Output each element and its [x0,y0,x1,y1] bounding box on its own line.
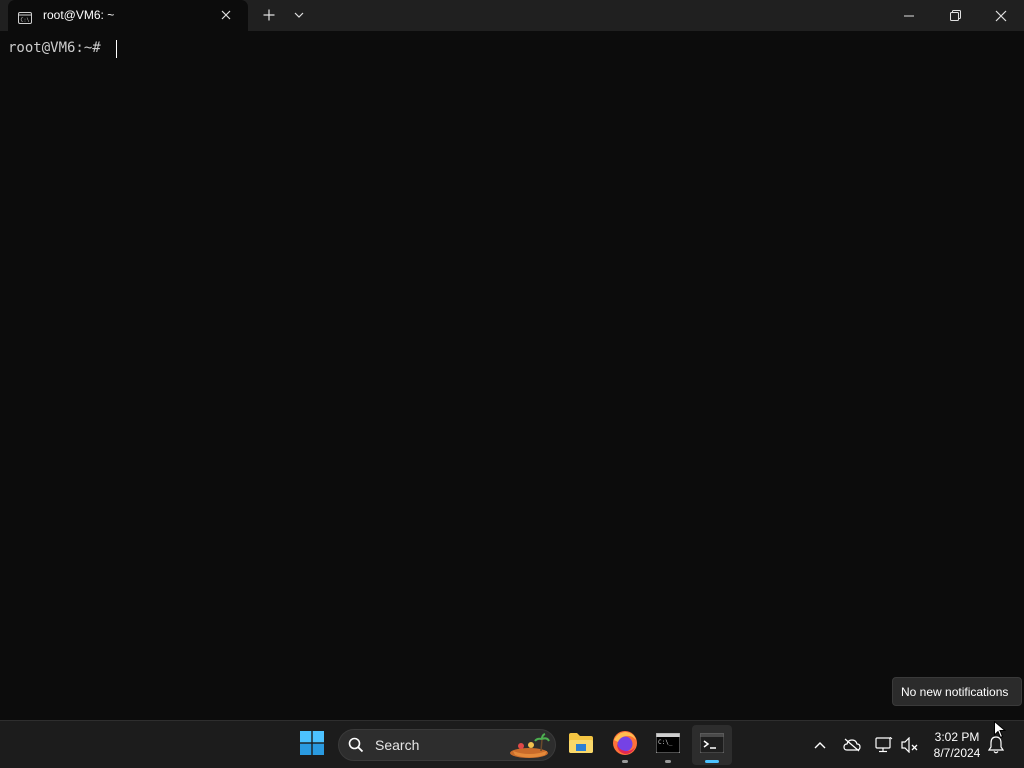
taskbar-search[interactable]: Search [338,729,556,761]
search-highlight-icon [509,733,551,759]
tab-title: root@VM6: ~ [43,8,115,22]
tab-terminal[interactable]: C:\ root@VM6: ~ [8,0,248,31]
terminal-area[interactable]: root@VM6:~# [0,31,1024,720]
svg-text:C:\_: C:\_ [658,739,673,746]
running-indicator [622,760,628,763]
close-icon[interactable] [978,0,1024,31]
restore-icon[interactable] [932,0,978,31]
text-cursor [116,40,117,58]
terminal-tab-icon: C:\ [18,9,32,24]
taskbar-file-explorer[interactable] [561,725,601,765]
search-icon [348,737,364,753]
plus-icon[interactable] [257,4,281,26]
desktop: C:\ root@VM6: ~ root@VM6:~# No new notif… [0,0,1024,768]
minimize-icon[interactable] [886,0,932,31]
clock-time: 3:02 PM [934,730,980,744]
taskbar-clock[interactable]: 3:02 PM 8/7/2024 [926,729,988,763]
firefox-icon [612,730,638,760]
notification-tooltip: No new notifications [892,677,1022,706]
svg-text:C:\: C:\ [21,18,30,24]
tab-close-icon[interactable] [216,5,236,25]
volume-muted-icon[interactable] [898,733,922,757]
network-icon[interactable] [872,733,896,757]
mouse-pointer-icon [994,720,1007,739]
taskbar-command-prompt[interactable]: C:\_ [648,725,688,765]
folder-icon [568,732,594,758]
active-indicator [705,760,719,763]
notification-text: No new notifications [901,685,1009,699]
windows-logo-icon [300,731,324,759]
running-indicator [665,760,671,763]
taskbar-firefox[interactable] [605,725,645,765]
start-button[interactable] [292,725,332,765]
chevron-down-icon[interactable] [287,4,311,26]
taskbar: Search C:\_ 3:02 PM 8/7/2024 [0,720,1024,768]
cloud-off-icon[interactable] [840,733,864,757]
shell-prompt: root@VM6:~# [8,40,110,56]
cmd-icon: C:\_ [655,732,681,757]
chevron-up-icon[interactable] [808,733,832,757]
title-bar: C:\ root@VM6: ~ [0,0,1024,31]
taskbar-terminal[interactable] [692,725,732,765]
clock-date: 8/7/2024 [933,746,981,760]
search-placeholder: Search [375,737,420,753]
terminal-icon [699,732,725,757]
